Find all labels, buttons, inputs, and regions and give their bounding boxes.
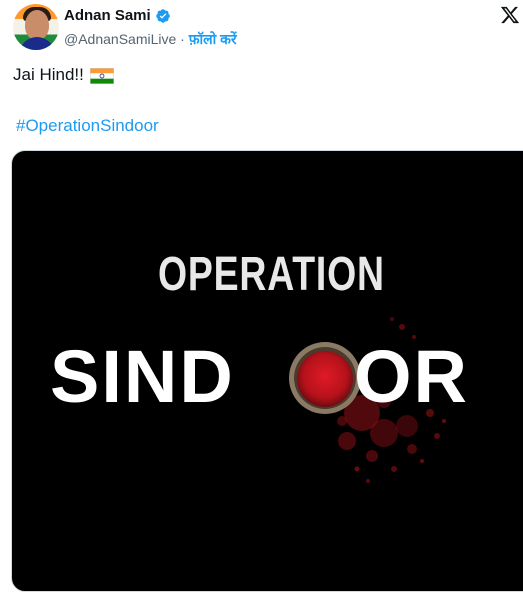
display-name[interactable]: Adnan Sami bbox=[64, 7, 151, 24]
media-line-or: OR bbox=[354, 335, 469, 418]
follow-button[interactable]: फ़ॉलो करें bbox=[189, 31, 237, 47]
handle-row: @AdnanSamiLive · फ़ॉलो करें bbox=[64, 30, 237, 49]
media-line-operation: OPERATION bbox=[158, 248, 385, 301]
tweet-media-image[interactable]: OPERATION SIND OR bbox=[11, 150, 523, 592]
hashtag-link[interactable]: #OperationSindoor bbox=[16, 116, 159, 136]
x-logo-icon[interactable] bbox=[500, 5, 520, 25]
verified-badge-icon bbox=[155, 8, 171, 24]
media-line-sind: SIND bbox=[50, 335, 235, 418]
separator: · bbox=[180, 31, 185, 47]
tweet-header: Adnan Sami @AdnanSamiLive · फ़ॉलो करें bbox=[0, 0, 523, 56]
tweet-body: Jai Hind!! bbox=[13, 65, 84, 84]
tweet-text: Jai Hind!! bbox=[13, 65, 114, 85]
avatar[interactable] bbox=[13, 4, 59, 50]
indian-flag-icon bbox=[89, 68, 114, 84]
author-name-row[interactable]: Adnan Sami bbox=[64, 7, 171, 24]
author-handle[interactable]: @AdnanSamiLive bbox=[64, 31, 176, 47]
